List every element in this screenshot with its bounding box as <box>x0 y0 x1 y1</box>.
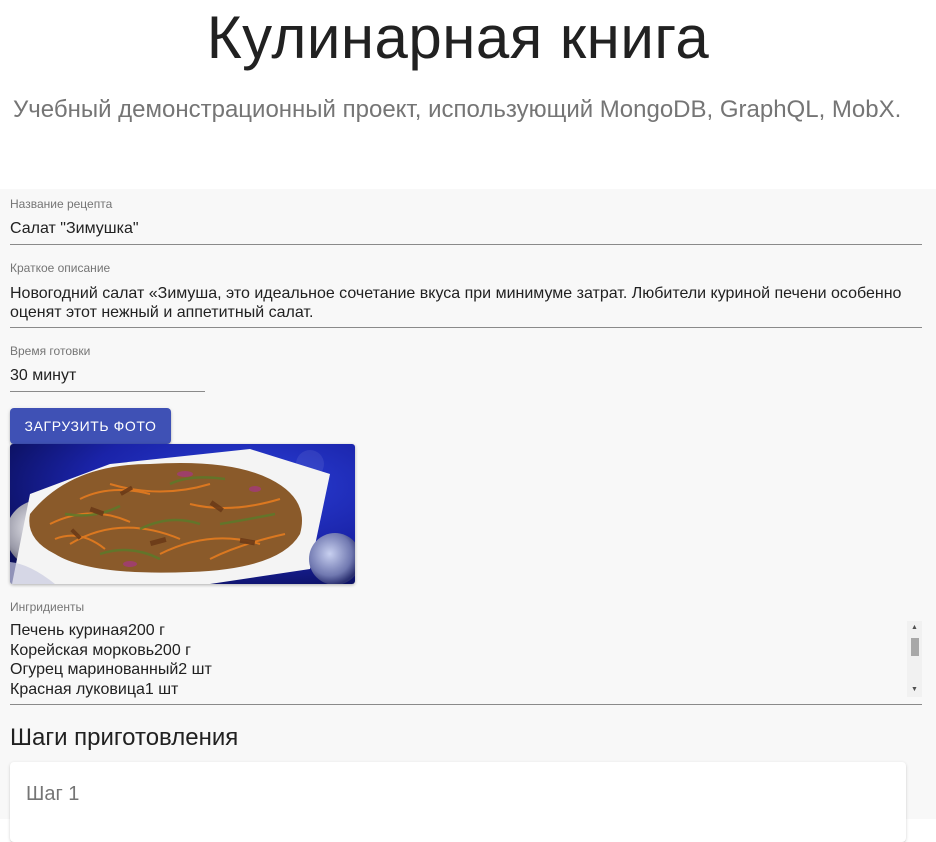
recipe-name-input[interactable]: Салат "Зимушка" <box>10 219 922 238</box>
ingredients-label-wrap: Ингридиенты <box>10 600 922 614</box>
ingredient-line: Печень куриная200 г <box>10 622 165 639</box>
description-line-2: оценят этот нежный и аппетитный салат. <box>10 304 314 321</box>
recipe-form: Название рецепта Салат "Зимушка" Краткое… <box>0 189 936 842</box>
ingredients-label: Ингридиенты <box>10 600 85 614</box>
description-line-1: Новогодний салат «Зимуша, это идеальное … <box>10 285 902 302</box>
ingredients-textarea[interactable]: Печень куриная200 г Корейская морковь200… <box>10 621 922 698</box>
description-input[interactable]: Новогодний салат «Зимуша, это идеальное … <box>10 284 922 322</box>
cook-time-underline <box>10 391 205 392</box>
recipe-name-underline <box>10 244 922 245</box>
ingredients-underline <box>10 704 922 705</box>
scroll-down-icon[interactable]: ▼ <box>907 683 922 697</box>
ingredient-line: Красная луковица1 шт <box>10 680 179 698</box>
scroll-thumb[interactable] <box>911 638 919 656</box>
recipe-name-label: Название рецепта <box>10 197 113 211</box>
description-field[interactable]: Краткое описание Новогодний салат «Зимуш… <box>10 261 922 328</box>
upload-photo-button[interactable]: ЗАГРУЗИТЬ ФОТО <box>10 408 171 444</box>
steps-section-title: Шаги приготовления <box>10 724 239 751</box>
page-header: Кулинарная книга Учебный демонстрационны… <box>0 0 936 189</box>
step-title: Шаг 1 <box>26 783 80 805</box>
ingredient-line: Огурец маринованный2 шт <box>10 661 212 678</box>
cook-time-label: Время готовки <box>10 344 91 358</box>
ingredients-scrollbar[interactable]: ▲ ▼ <box>907 621 922 697</box>
recipe-photo <box>10 444 355 584</box>
cook-time-input[interactable]: 30 минут <box>10 366 205 385</box>
app-title: Кулинарная книга <box>206 4 710 71</box>
scroll-up-icon[interactable]: ▲ <box>907 621 922 635</box>
app-subtitle: Учебный демонстрационный проект, использ… <box>13 96 902 123</box>
cook-time-field[interactable]: Время готовки 30 минут <box>10 344 205 392</box>
description-underline <box>10 327 922 328</box>
recipe-name-field[interactable]: Название рецепта Салат "Зимушка" <box>10 197 922 245</box>
step-card: Шаг 1 <box>10 762 906 842</box>
ingredient-line: Корейская морковь200 г <box>10 641 191 659</box>
description-label: Краткое описание <box>10 261 111 275</box>
